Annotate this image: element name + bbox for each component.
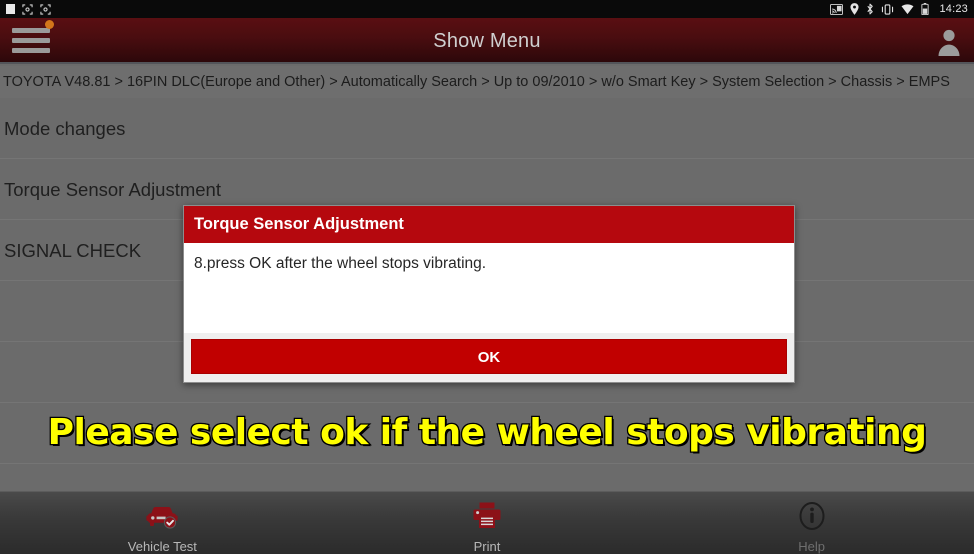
bluetooth-icon (866, 3, 874, 15)
bottom-item-print[interactable]: Print (325, 492, 650, 554)
bottom-item-label: Vehicle Test (127, 539, 197, 554)
screen-cast-icon (830, 3, 844, 15)
dialog-footer: OK (184, 333, 794, 382)
bottom-item-label: Print (473, 539, 501, 554)
status-bar-clock: 14:23 (939, 3, 968, 15)
user-avatar-icon[interactable] (934, 26, 964, 56)
battery-icon (921, 3, 930, 15)
printer-icon (470, 501, 504, 536)
car-check-icon (142, 501, 182, 536)
bottom-toolbar: Vehicle Test Print Help (0, 491, 974, 554)
screenshot-capture-icon (40, 3, 51, 15)
info-circle-icon (795, 501, 829, 536)
vibrate-icon (881, 3, 894, 15)
breadcrumb: TOYOTA V48.81 > 16PIN DLC(Europe and Oth… (0, 66, 974, 98)
app-root: 14:23 Show Menu TOYOTA V48.81 > 16PIN DL… (0, 0, 974, 554)
bottom-item-vehicle-test[interactable]: Vehicle Test (0, 492, 325, 554)
page-title: Show Menu (433, 30, 541, 52)
menu-item-label: Torque Sensor Adjustment (4, 179, 221, 200)
dialog-message: 8.press OK after the wheel stops vibrati… (184, 243, 794, 333)
menu-item-mode-changes[interactable]: Mode changes (0, 98, 974, 159)
dialog-title: Torque Sensor Adjustment (184, 206, 794, 243)
app-title-bar: Show Menu (0, 18, 974, 64)
status-bar-left-icons (6, 3, 51, 15)
screenshot-capture-icon (22, 3, 33, 15)
bottom-item-label: Help (798, 539, 826, 554)
status-bar-right-icons: 14:23 (830, 3, 968, 15)
menu-item-label: SIGNAL CHECK (4, 240, 142, 261)
menu-item-empty (0, 403, 974, 464)
ok-button[interactable]: OK (191, 339, 787, 374)
android-status-bar: 14:23 (0, 0, 974, 18)
wifi-icon (901, 3, 914, 15)
bottom-item-help[interactable]: Help (649, 492, 974, 554)
torque-sensor-adjustment-dialog: Torque Sensor Adjustment 8.press OK afte… (183, 205, 795, 383)
menu-item-label: Mode changes (4, 118, 126, 139)
location-pin-icon (850, 3, 860, 15)
white-square-icon (6, 4, 15, 14)
